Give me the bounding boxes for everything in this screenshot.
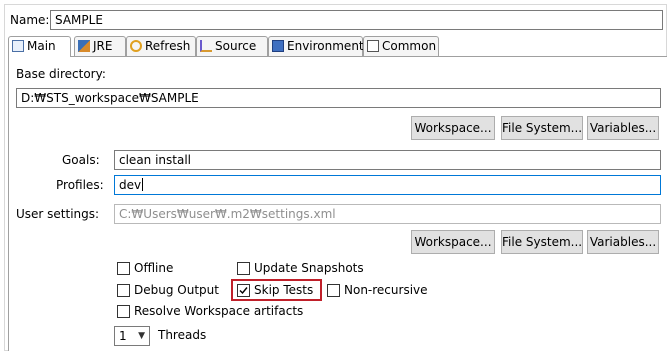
non-recursive-checkbox[interactable] <box>327 284 340 297</box>
base-workspace-button[interactable]: Workspace... <box>411 116 495 140</box>
update-snapshots-checkbox[interactable] <box>237 262 250 275</box>
chevron-down-icon: ▼ <box>138 331 145 341</box>
base-variables-button[interactable]: Variables... <box>587 116 659 140</box>
profiles-label: Profiles: <box>56 178 104 192</box>
threads-select[interactable]: 1 ▼ <box>114 326 150 346</box>
text-cursor <box>142 178 144 191</box>
debug-output-label: Debug Output <box>134 283 219 297</box>
threads-label: Threads <box>158 328 207 342</box>
resolve-workspace-checkbox[interactable] <box>117 305 130 318</box>
refresh-icon <box>130 40 142 52</box>
update-snapshots-label: Update Snapshots <box>254 261 364 275</box>
profiles-input[interactable]: dev <box>114 175 661 195</box>
tab-jre[interactable]: JRE <box>74 36 126 56</box>
main-tab-icon <box>12 40 24 52</box>
goals-input[interactable]: clean install <box>114 150 661 170</box>
tab-source[interactable]: Source <box>196 36 268 56</box>
tab-main[interactable]: Main <box>8 36 71 57</box>
environment-icon <box>272 40 284 52</box>
non-recursive-label: Non-recursive <box>344 283 428 297</box>
checkmark-icon <box>239 287 248 295</box>
user-settings-input[interactable]: C:₩Users₩user₩.m2₩settings.xml <box>114 204 661 224</box>
source-icon <box>200 40 212 52</box>
base-directory-input[interactable]: D:₩STS_workspace₩SAMPLE <box>16 88 661 108</box>
offline-checkbox[interactable] <box>117 262 130 275</box>
common-icon <box>367 40 379 52</box>
debug-output-checkbox[interactable] <box>117 284 130 297</box>
offline-label: Offline <box>134 261 174 275</box>
tab-environment[interactable]: Environment <box>268 36 364 56</box>
jre-icon <box>78 40 90 52</box>
settings-workspace-button[interactable]: Workspace... <box>411 230 495 254</box>
base-file-system-button[interactable]: File System... <box>501 116 583 140</box>
name-label: Name: <box>10 13 50 27</box>
resolve-workspace-label: Resolve Workspace artifacts <box>134 304 304 318</box>
name-input[interactable]: SAMPLE <box>50 10 663 30</box>
tab-common[interactable]: Common <box>363 36 439 56</box>
skip-tests-label: Skip Tests <box>254 283 314 297</box>
tab-refresh[interactable]: Refresh <box>126 36 196 56</box>
settings-variables-button[interactable]: Variables... <box>587 230 659 254</box>
base-directory-label: Base directory: <box>16 67 106 81</box>
user-settings-label: User settings: <box>16 207 100 221</box>
skip-tests-checkbox[interactable] <box>237 284 250 297</box>
settings-file-system-button[interactable]: File System... <box>501 230 583 254</box>
goals-label: Goals: <box>62 153 100 167</box>
